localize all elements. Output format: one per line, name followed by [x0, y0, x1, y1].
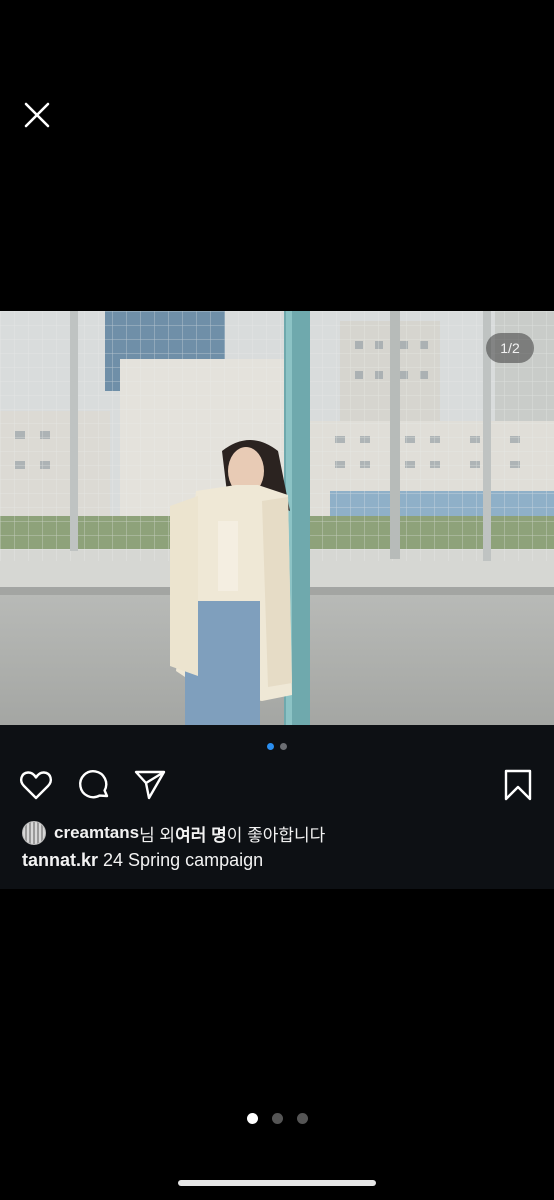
- image-counter-badge: 1/2: [486, 333, 534, 363]
- avatar[interactable]: [22, 821, 46, 845]
- post-photo[interactable]: 1/2: [0, 311, 554, 725]
- post-action-bar: [0, 767, 554, 803]
- post-image: [0, 311, 554, 725]
- bookmark-icon: [504, 769, 532, 801]
- home-indicator[interactable]: [178, 1180, 376, 1186]
- post-card: 1/2 creamtans 님 외 여러 명 이 좋아합니다 tannat.kr…: [0, 311, 554, 889]
- likes-text-suffix: 이 좋아합니다: [226, 825, 326, 845]
- page-dot[interactable]: [296, 1113, 308, 1124]
- page-dot[interactable]: [271, 1113, 283, 1124]
- caption-username[interactable]: tannat.kr: [22, 850, 98, 870]
- heart-icon: [20, 771, 52, 800]
- save-button[interactable]: [500, 767, 536, 803]
- likes-text: 님 외: [139, 825, 176, 845]
- comment-icon: [79, 770, 109, 799]
- carousel-dot-active: [267, 743, 274, 750]
- likes-summary[interactable]: creamtans 님 외 여러 명 이 좋아합니다: [22, 821, 325, 845]
- share-button[interactable]: [132, 767, 168, 803]
- post-caption: tannat.kr 24 Spring campaign: [22, 850, 263, 871]
- carousel-dot: [280, 743, 287, 750]
- page-dot-active[interactable]: [246, 1113, 258, 1124]
- likes-others-link[interactable]: 여러 명: [175, 821, 227, 846]
- comment-button[interactable]: [76, 767, 112, 803]
- send-icon: [134, 770, 166, 800]
- like-button[interactable]: [18, 767, 54, 803]
- caption-text: 24 Spring campaign: [98, 850, 264, 870]
- photo-carousel-indicator: [0, 743, 554, 751]
- gallery-page-indicator: [0, 1113, 554, 1124]
- liker-username[interactable]: creamtans: [54, 823, 139, 843]
- close-icon: [24, 102, 50, 128]
- close-button[interactable]: [20, 98, 54, 132]
